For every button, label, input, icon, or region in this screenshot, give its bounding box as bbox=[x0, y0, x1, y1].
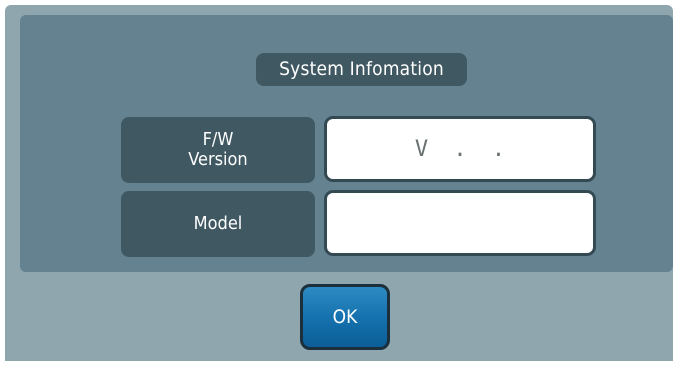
info-panel: System Infomation F/W Version V . . Mode… bbox=[20, 15, 673, 272]
dialog-title: System Infomation bbox=[256, 53, 467, 86]
fw-version-label: F/W Version bbox=[121, 117, 315, 183]
model-value-field bbox=[324, 190, 596, 256]
fw-version-value: V . . bbox=[414, 136, 512, 162]
model-label-text: Model bbox=[193, 213, 243, 234]
system-info-dialog: System Infomation F/W Version V . . Mode… bbox=[5, 5, 673, 361]
fw-version-label-line1: F/W bbox=[202, 129, 234, 150]
fw-version-value-field: V . . bbox=[324, 116, 596, 182]
fw-version-label-line2: Version bbox=[188, 149, 248, 170]
model-label: Model bbox=[121, 191, 315, 257]
ok-button[interactable]: OK bbox=[300, 284, 390, 350]
